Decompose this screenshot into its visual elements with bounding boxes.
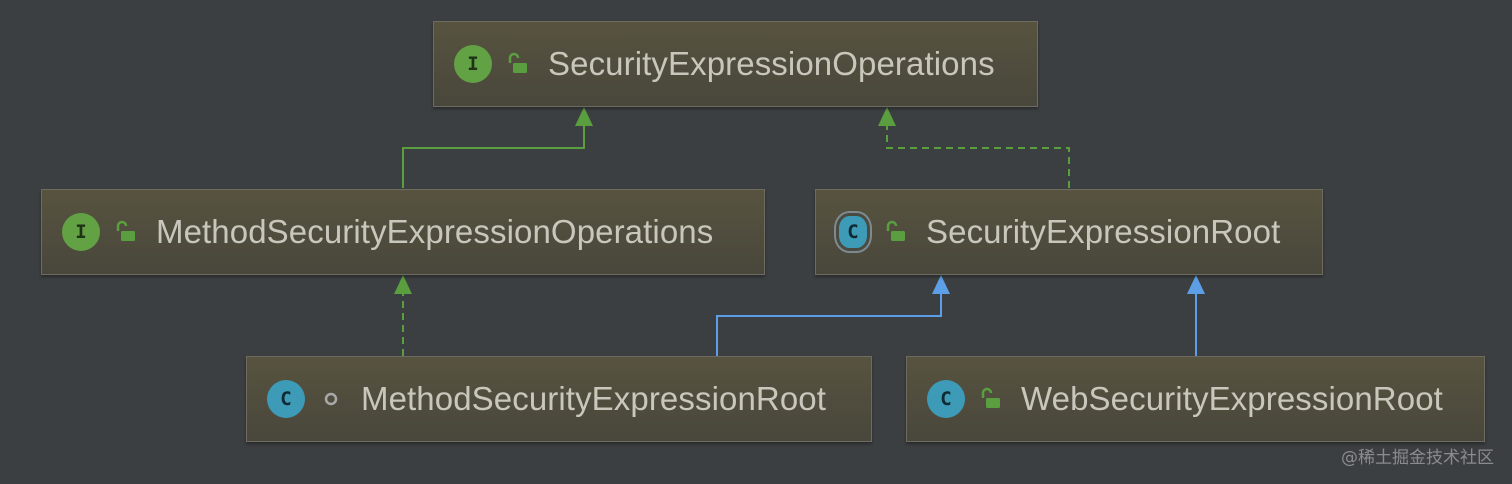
class-icon: C (267, 380, 305, 418)
interface-icon: I (62, 213, 100, 251)
abstract-class-icon: C (836, 213, 870, 251)
class-icon: C (927, 380, 965, 418)
uml-class-diagram: I SecurityExpressionOperations I MethodS… (0, 0, 1512, 484)
public-lock-icon (506, 52, 530, 76)
node-label: SecurityExpressionRoot (926, 213, 1281, 250)
public-lock-icon (114, 220, 138, 244)
public-lock-icon (884, 220, 908, 244)
node-label: MethodSecurityExpressionRoot (361, 380, 827, 417)
node-label: WebSecurityExpressionRoot (1021, 380, 1443, 417)
node-label: SecurityExpressionOperations (548, 45, 995, 82)
package-private-dot-icon (319, 387, 343, 411)
node-web-security-expression-root[interactable]: C WebSecurityExpressionRoot (906, 356, 1485, 442)
watermark: @稀土掘金技术社区 (1341, 448, 1494, 468)
public-lock-icon (979, 387, 1003, 411)
node-method-security-expression-root[interactable]: C MethodSecurityExpressionRoot (246, 356, 872, 442)
node-label: MethodSecurityExpressionOperations (156, 213, 714, 250)
node-security-expression-root[interactable]: C SecurityExpressionRoot (815, 189, 1323, 275)
node-method-security-expression-operations[interactable]: I MethodSecurityExpressionOperations (41, 189, 765, 275)
interface-icon: I (454, 45, 492, 83)
node-security-expression-operations[interactable]: I SecurityExpressionOperations (433, 21, 1038, 107)
